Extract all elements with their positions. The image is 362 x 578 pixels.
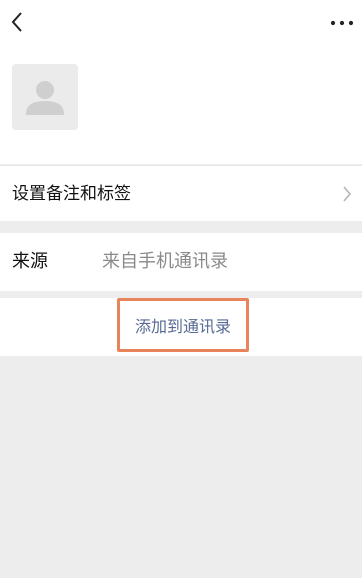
profile-header [0, 0, 362, 164]
chevron-right-icon [343, 186, 352, 202]
chevron-left-icon [11, 12, 22, 32]
more-dots-icon [330, 20, 354, 26]
add-to-contacts-row: 添加到通讯录 [0, 298, 362, 356]
set-remark-and-tags-label: 设置备注和标签 [12, 184, 131, 204]
add-to-contacts-button[interactable]: 添加到通讯录 [117, 298, 249, 352]
more-button[interactable] [326, 8, 358, 36]
back-button[interactable] [4, 8, 32, 36]
source-row: 来源 来自手机通讯录 [0, 233, 362, 291]
set-remark-and-tags-row[interactable]: 设置备注和标签 [0, 165, 362, 221]
source-value: 来自手机通讯录 [102, 251, 228, 272]
avatar[interactable] [12, 64, 78, 130]
default-person-avatar-icon [12, 64, 78, 130]
source-label: 来源 [12, 251, 48, 272]
